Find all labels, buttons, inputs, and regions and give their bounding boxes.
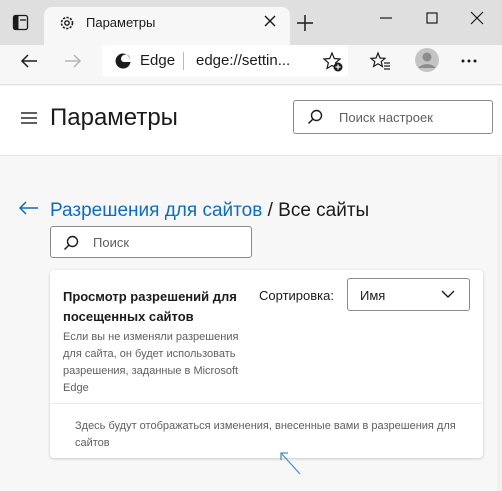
- card-title: Просмотр разрешений для посещенных сайто…: [63, 289, 237, 324]
- gear-icon: [60, 16, 74, 30]
- breadcrumb-separator: /: [262, 200, 279, 221]
- sort-label: Сортировка:: [259, 288, 334, 303]
- address-divider: [183, 52, 184, 70]
- address-url[interactable]: edge://settin...: [196, 52, 290, 69]
- annotation-arrow-icon: [280, 452, 301, 475]
- site-search-placeholder: Поиск: [93, 235, 130, 250]
- profile-avatar-icon[interactable]: [414, 47, 440, 73]
- window-menu-icon[interactable]: [12, 14, 30, 32]
- site-search-input[interactable]: [50, 226, 252, 258]
- search-icon: [307, 109, 323, 125]
- forward-icon[interactable]: [62, 50, 84, 72]
- back-arrow-icon[interactable]: [18, 199, 40, 217]
- tab-title: Параметры: [86, 15, 156, 30]
- hamburger-menu-icon[interactable]: [20, 110, 38, 126]
- favorites-icon[interactable]: [369, 50, 391, 72]
- breadcrumb-current: Все сайты: [278, 200, 370, 221]
- breadcrumb-link-permissions[interactable]: Разрешения для сайтов: [50, 200, 262, 221]
- chevron-down-icon: [441, 290, 455, 298]
- tab-settings[interactable]: [44, 7, 290, 45]
- new-tab-icon[interactable]: [294, 12, 316, 34]
- close-tab-icon[interactable]: [262, 13, 278, 29]
- search-icon: [63, 235, 79, 251]
- sort-dropdown-value: Имя: [360, 288, 386, 303]
- empty-state-message: Здесь будут отображаться изменения, внес…: [75, 420, 456, 449]
- card-description: Если вы не изменяли разрешения для сайта…: [63, 331, 239, 394]
- settings-search-placeholder: Поиск настроек: [339, 110, 433, 125]
- address-site-name: Edge: [140, 52, 176, 69]
- maximize-icon[interactable]: [422, 8, 442, 28]
- add-favorite-icon[interactable]: [322, 51, 344, 73]
- breadcrumb: Разрешения для сайтов / Все сайты: [50, 200, 369, 222]
- page-title: Параметры: [50, 104, 178, 131]
- edge-logo-icon: [115, 53, 131, 69]
- scrollbar[interactable]: [497, 157, 502, 491]
- back-icon[interactable]: [18, 50, 40, 72]
- card-divider: [50, 403, 483, 404]
- close-window-icon[interactable]: [467, 8, 487, 28]
- more-menu-icon[interactable]: [459, 52, 479, 70]
- minimize-icon[interactable]: [376, 8, 396, 28]
